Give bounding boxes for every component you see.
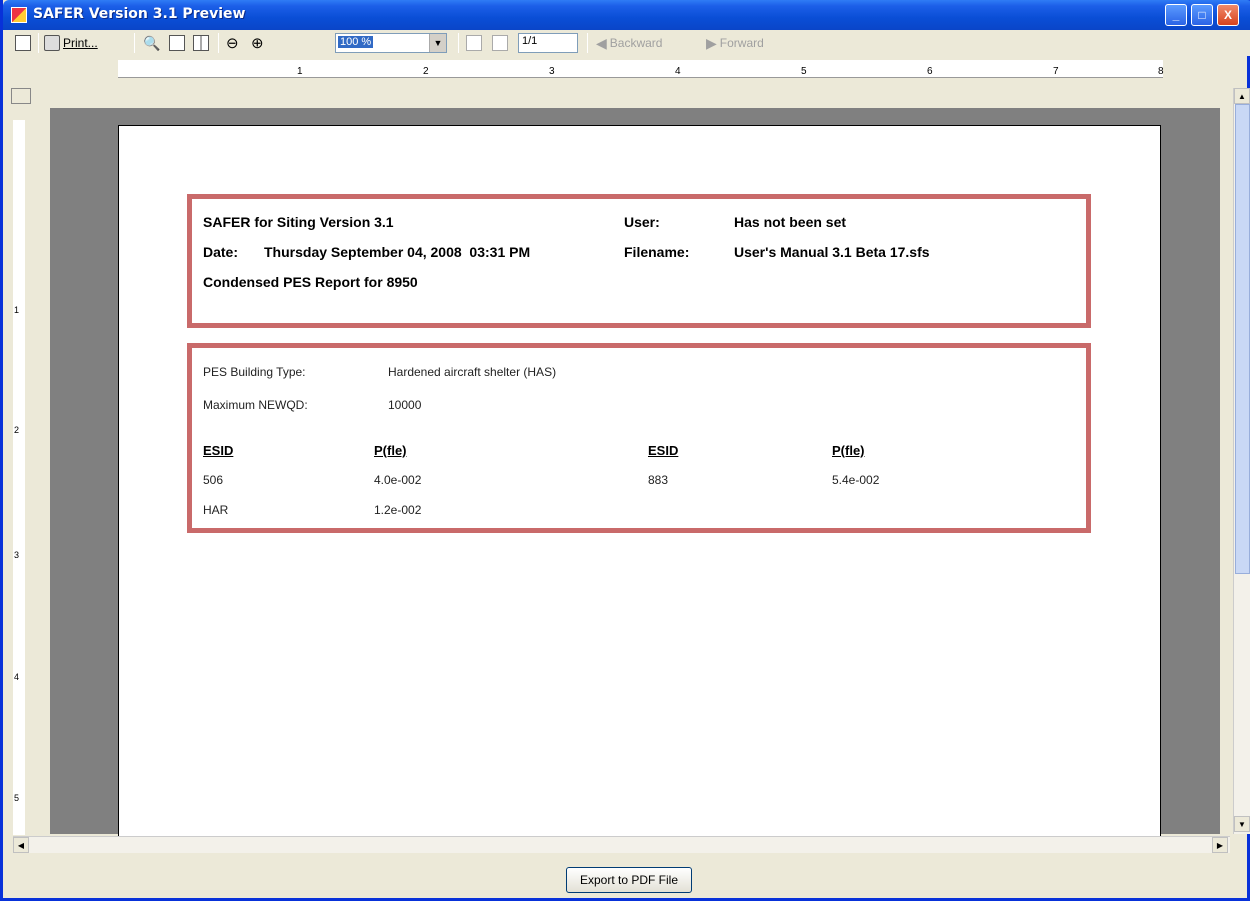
building-type-label: PES Building Type: bbox=[203, 365, 306, 379]
ruler-tick: 6 bbox=[927, 66, 933, 77]
separator bbox=[458, 33, 459, 53]
zoom-out-button[interactable]: ⊖ bbox=[226, 33, 239, 53]
vertical-scrollbar[interactable]: ▲ ▼ bbox=[1233, 88, 1250, 834]
zoom-in-icon: ⊕ bbox=[251, 35, 264, 52]
column-header-esid: ESID bbox=[203, 443, 234, 458]
ruler-tick: 1 bbox=[297, 66, 303, 77]
horizontal-scrollbar[interactable]: ◀ ▶ bbox=[13, 836, 1230, 853]
forward-label: Forward bbox=[719, 36, 764, 50]
user-value: Has not been set bbox=[734, 214, 847, 230]
forward-arrow-icon: ▶ bbox=[706, 34, 717, 51]
multi-page-button[interactable] bbox=[193, 33, 212, 53]
vertical-ruler: 1 2 3 4 5 bbox=[13, 120, 25, 835]
table-cell-esid: 883 bbox=[648, 473, 669, 487]
user-label: User: bbox=[624, 214, 660, 230]
zoom-in-button[interactable]: ⊕ bbox=[251, 33, 264, 53]
filename-value: User's Manual 3.1 Beta 17.sfs bbox=[734, 244, 930, 260]
scroll-thumb[interactable] bbox=[1235, 104, 1250, 574]
separator bbox=[134, 33, 135, 53]
app-title: SAFER for Siting Version 3.1 bbox=[203, 214, 394, 230]
printer-icon bbox=[44, 35, 60, 51]
page-down-icon bbox=[492, 35, 508, 51]
scroll-up-icon[interactable]: ▲ bbox=[1234, 88, 1250, 104]
ruler-tick: 1 bbox=[14, 305, 20, 315]
report-title: Condensed PES Report for 8950 bbox=[203, 274, 418, 290]
outline-icon bbox=[15, 35, 31, 51]
scroll-left-icon[interactable]: ◀ bbox=[13, 837, 29, 853]
column-header-esid: ESID bbox=[648, 443, 679, 458]
forward-button[interactable]: ▶ Forward bbox=[706, 33, 764, 53]
max-newqd-label: Maximum NEWQD: bbox=[203, 398, 308, 412]
building-type-value: Hardened aircraft shelter (HAS) bbox=[388, 365, 557, 379]
report-page: SAFER for Siting Version 3.1 User: Has n… bbox=[118, 125, 1161, 845]
ruler-tick: 2 bbox=[14, 425, 20, 435]
ruler-tick: 2 bbox=[423, 66, 429, 77]
table-cell-esid: HAR bbox=[203, 503, 229, 517]
app-icon bbox=[11, 7, 27, 23]
toggle-outline-button[interactable] bbox=[15, 33, 34, 53]
backward-label: Backward bbox=[609, 36, 663, 50]
ruler-tick: 5 bbox=[801, 66, 807, 77]
print-button[interactable]: Print... bbox=[44, 33, 98, 53]
chevron-down-icon[interactable]: ▼ bbox=[429, 34, 446, 52]
close-button[interactable]: X bbox=[1217, 4, 1239, 26]
backward-button[interactable]: ◀ Backward bbox=[596, 33, 662, 53]
toolbar: Print... 🔍 ⊖ ⊕ 100 % ▼ 1/1 ◀ Backward ▶ … bbox=[6, 30, 1250, 56]
zoom-out-icon: ⊖ bbox=[226, 35, 239, 52]
table-cell-pfle: 1.2e-002 bbox=[374, 503, 422, 517]
next-page-button[interactable] bbox=[492, 33, 511, 53]
ruler-tick: 4 bbox=[675, 66, 681, 77]
minimize-button[interactable]: _ bbox=[1165, 4, 1187, 26]
export-pdf-button[interactable]: Export to PDF File bbox=[566, 867, 692, 893]
scroll-right-icon[interactable]: ▶ bbox=[1212, 837, 1228, 853]
maximize-button[interactable]: □ bbox=[1191, 4, 1213, 26]
previous-page-button[interactable] bbox=[466, 33, 485, 53]
table-cell-pfle: 4.0e-002 bbox=[374, 473, 422, 487]
column-header-pfle: P(fle) bbox=[832, 443, 865, 458]
separator bbox=[218, 33, 219, 53]
title-bar[interactable]: SAFER Version 3.1 Preview _ □ X bbox=[3, 0, 1250, 30]
ruler-tick: 3 bbox=[14, 550, 20, 560]
table-cell-pfle: 5.4e-002 bbox=[832, 473, 880, 487]
ruler-corner bbox=[11, 88, 31, 104]
find-button[interactable]: 🔍 bbox=[143, 33, 160, 53]
single-page-icon bbox=[169, 35, 185, 51]
date-value: Thursday September 04, 2008 03:31 PM bbox=[264, 244, 531, 260]
column-header-pfle: P(fle) bbox=[374, 443, 407, 458]
zoom-select[interactable]: 100 % ▼ bbox=[335, 33, 447, 53]
preview-area[interactable]: SAFER for Siting Version 3.1 User: Has n… bbox=[50, 108, 1220, 845]
back-arrow-icon: ◀ bbox=[596, 34, 607, 51]
preview-window: SAFER Version 3.1 Preview _ □ X Print...… bbox=[0, 0, 1250, 901]
multi-page-icon bbox=[193, 35, 209, 51]
filename-label: Filename: bbox=[624, 244, 690, 260]
separator bbox=[587, 33, 588, 53]
report-details-box: PES Building Type: Hardened aircraft she… bbox=[187, 343, 1091, 533]
max-newqd-value: 10000 bbox=[388, 398, 422, 412]
binoculars-icon: 🔍 bbox=[143, 34, 161, 51]
ruler-tick: 7 bbox=[1053, 66, 1059, 77]
single-page-button[interactable] bbox=[169, 33, 188, 53]
separator bbox=[38, 33, 39, 53]
date-label: Date: bbox=[203, 244, 239, 260]
page-up-icon bbox=[466, 35, 482, 51]
scroll-down-icon[interactable]: ▼ bbox=[1234, 816, 1250, 832]
ruler-tick: 3 bbox=[549, 66, 555, 77]
ruler-tick: 5 bbox=[14, 793, 20, 803]
horizontal-ruler: 1 2 3 4 5 6 7 8 bbox=[118, 60, 1164, 78]
zoom-value: 100 % bbox=[338, 36, 374, 48]
table-cell-esid: 506 bbox=[203, 473, 224, 487]
report-header-box: SAFER for Siting Version 3.1 User: Has n… bbox=[187, 194, 1091, 328]
window-title: SAFER Version 3.1 Preview bbox=[33, 6, 246, 22]
ruler-tick: 8 bbox=[1158, 66, 1164, 77]
page-number-input[interactable]: 1/1 bbox=[518, 33, 578, 53]
print-label: Print... bbox=[63, 36, 98, 50]
ruler-tick: 4 bbox=[14, 672, 20, 682]
